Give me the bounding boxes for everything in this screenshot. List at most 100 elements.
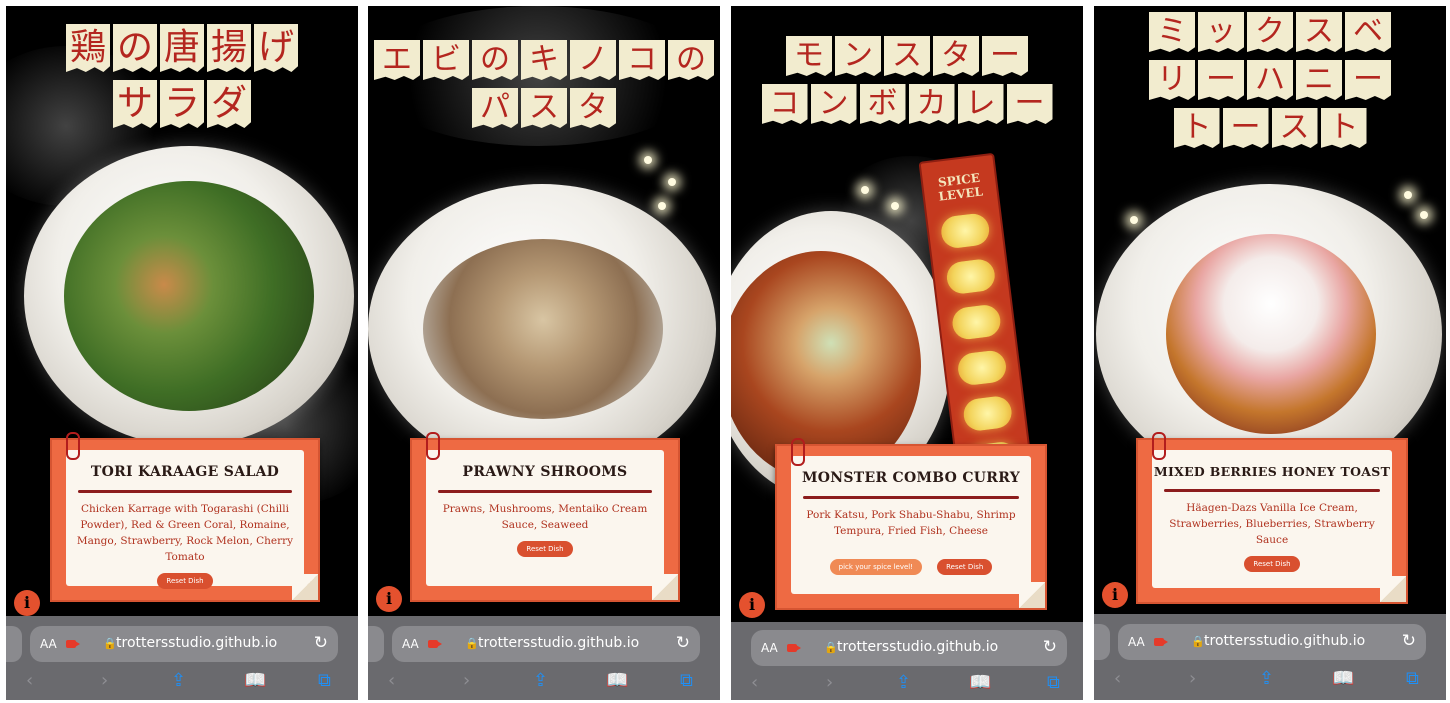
spice-pepper-icon[interactable] [939, 212, 991, 250]
address-bar[interactable]: AA 🔒 trottersstudio.github.io ↻ [30, 626, 338, 662]
lock-icon: 🔒 [103, 637, 117, 650]
address-bar[interactable]: AA 🔒 trottersstudio.github.io ↻ [751, 630, 1067, 666]
previous-tab[interactable] [368, 626, 384, 662]
spice-pepper-icon[interactable] [945, 257, 997, 296]
tabs-icon[interactable]: ⧉ [680, 670, 693, 691]
title-line: ト ー ス ト [1094, 108, 1446, 148]
info-button[interactable]: i [376, 586, 402, 612]
phone-screen-1: 鶏 の 唐 揚 げ サ ラ ダ TORI KARAAGE SALAD Chick… [6, 6, 358, 700]
tabs-icon[interactable]: ⧉ [318, 670, 331, 691]
phone-screen-4: ミ ッ ク ス ベ リ ー ハ ニ ー ト ー ス ト MIXED BERRIE… [1094, 6, 1446, 700]
tabs-icon[interactable]: ⧉ [1047, 672, 1060, 693]
divider [1164, 489, 1380, 492]
phone-screen-3: モ ン ス タ ー コ ン ボ カ レ ー SPICE LEVEL MONSTE… [731, 6, 1083, 700]
reader-aa-button[interactable]: AA [40, 637, 57, 651]
url-text[interactable]: trottersstudio.github.io [837, 639, 998, 655]
spice-pepper-icon[interactable] [961, 394, 1014, 433]
reset-dish-button[interactable]: Reset Dish [1244, 556, 1300, 572]
forward-icon[interactable]: › [1189, 668, 1196, 689]
camera-icon[interactable] [1154, 638, 1168, 646]
spice-level-label: SPICE LEVEL [937, 170, 984, 204]
url-text[interactable]: trottersstudio.github.io [478, 635, 639, 651]
title-tile: ト [1320, 108, 1367, 148]
pick-spice-level-button[interactable]: pick your spice level! [829, 559, 923, 575]
bookmarks-icon[interactable]: 📖 [1332, 668, 1354, 689]
paperclip-icon [791, 438, 805, 466]
reset-dish-button[interactable]: Reset Dish [517, 541, 573, 557]
title-tile: タ [570, 88, 616, 128]
share-icon[interactable]: ⇪ [896, 672, 911, 693]
title-tile: モ [786, 36, 832, 76]
title-line: モ ン ス タ ー [731, 36, 1083, 76]
honey-toast-food [1166, 234, 1376, 434]
title-tile: カ [908, 84, 955, 124]
title-line: 鶏 の 唐 揚 げ [6, 24, 358, 72]
reset-dish-button[interactable]: Reset Dish [937, 559, 993, 575]
japanese-title: エ ビ の キ ノ コ の パ ス タ [368, 40, 720, 136]
title-tile: げ [254, 24, 298, 72]
reset-dish-button[interactable]: Reset Dish [157, 573, 213, 589]
title-line: サ ラ ダ [6, 80, 358, 128]
url-text[interactable]: trottersstudio.github.io [1204, 633, 1365, 649]
camera-icon[interactable] [787, 644, 801, 652]
sparkle-decoration [668, 178, 676, 186]
dish-description: Pork Katsu, Pork Shabu-Shabu, Shrimp Tem… [806, 509, 1016, 537]
reload-icon[interactable]: ↻ [676, 633, 690, 653]
paperclip-icon [426, 432, 440, 460]
title-tile: キ [521, 40, 567, 80]
sparkle-decoration [891, 202, 899, 210]
back-icon[interactable]: ‹ [388, 670, 395, 691]
title-tile: の [472, 40, 518, 80]
sparkle-decoration [644, 156, 652, 164]
paperclip-icon [66, 432, 80, 460]
previous-tab[interactable] [1094, 624, 1110, 660]
divider [438, 490, 652, 493]
japanese-title: 鶏 の 唐 揚 げ サ ラ ダ [6, 24, 358, 136]
forward-icon[interactable]: › [826, 672, 833, 693]
info-button[interactable]: i [1102, 582, 1128, 608]
lock-icon: 🔒 [824, 641, 838, 654]
tabs-icon[interactable]: ⧉ [1406, 668, 1419, 689]
info-button[interactable]: i [739, 592, 765, 618]
dish-name: PRAWNY SHROOMS [462, 464, 628, 480]
card-buttons: pick your spice level! Reset Dish [791, 551, 1031, 575]
title-tile: ハ [1247, 60, 1293, 100]
back-icon[interactable]: ‹ [751, 672, 758, 693]
title-tile: パ [472, 88, 518, 128]
back-icon[interactable]: ‹ [26, 670, 33, 691]
camera-icon[interactable] [66, 640, 80, 648]
title-line: コ ン ボ カ レ ー [731, 84, 1083, 124]
forward-icon[interactable]: › [101, 670, 108, 691]
title-line: ミ ッ ク ス ベ [1094, 12, 1446, 52]
title-tile: 揚 [207, 24, 251, 72]
info-button[interactable]: i [14, 590, 40, 616]
reader-aa-button[interactable]: AA [761, 641, 778, 655]
spice-pepper-icon[interactable] [956, 349, 1008, 387]
dish-plate[interactable] [24, 146, 354, 446]
sparkle-decoration [658, 202, 666, 210]
title-tile: ス [521, 88, 567, 128]
reader-aa-button[interactable]: AA [1128, 635, 1145, 649]
bookmarks-icon[interactable]: 📖 [244, 670, 266, 691]
back-icon[interactable]: ‹ [1114, 668, 1121, 689]
reader-aa-button[interactable]: AA [402, 637, 419, 651]
reload-icon[interactable]: ↻ [1402, 631, 1416, 651]
reload-icon[interactable]: ↻ [314, 633, 328, 653]
forward-icon[interactable]: › [463, 670, 470, 691]
title-tile: の [113, 24, 157, 72]
bookmarks-icon[interactable]: 📖 [606, 670, 628, 691]
address-bar[interactable]: AA 🔒 trottersstudio.github.io ↻ [392, 626, 700, 662]
dish-card-paper: PRAWNY SHROOMS Prawns, Mushrooms, Mentai… [426, 450, 664, 586]
url-text[interactable]: trottersstudio.github.io [116, 635, 277, 651]
dish-plate[interactable] [368, 184, 716, 474]
reload-icon[interactable]: ↻ [1043, 637, 1057, 657]
share-icon[interactable]: ⇪ [171, 670, 186, 691]
spice-pepper-icon[interactable] [950, 303, 1003, 341]
previous-tab[interactable] [6, 626, 22, 662]
address-bar[interactable]: AA 🔒 trottersstudio.github.io ↻ [1118, 624, 1426, 660]
share-icon[interactable]: ⇪ [1259, 668, 1274, 689]
camera-icon[interactable] [428, 640, 442, 648]
share-icon[interactable]: ⇪ [533, 670, 548, 691]
title-tile: ス [884, 36, 930, 76]
bookmarks-icon[interactable]: 📖 [969, 672, 991, 693]
